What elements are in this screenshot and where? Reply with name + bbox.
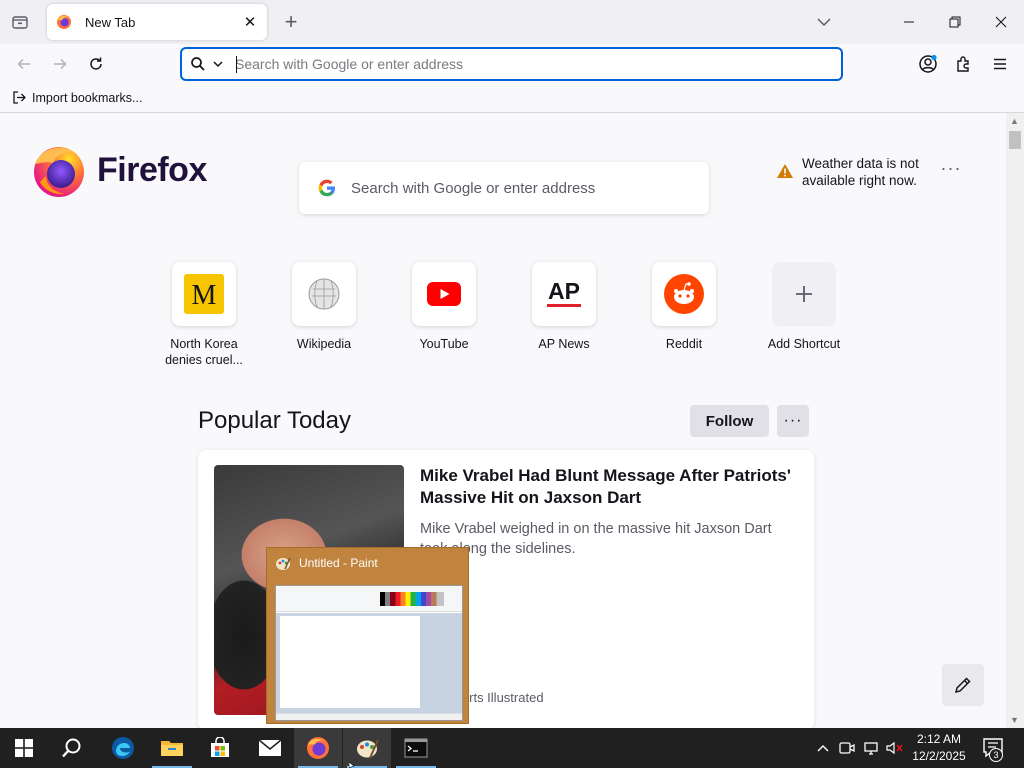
warning-icon xyxy=(777,164,793,178)
search-icon xyxy=(62,738,81,758)
newtab-search-box[interactable]: Search with Google or enter address xyxy=(299,162,709,214)
google-icon xyxy=(318,179,335,197)
import-bookmarks-label: Import bookmarks... xyxy=(32,90,143,105)
paint-preview-thumbnail xyxy=(275,585,463,721)
youtube-icon xyxy=(427,282,461,306)
minimize-button[interactable] xyxy=(886,0,932,44)
newtab-search-placeholder: Search with Google or enter address xyxy=(351,179,596,197)
restore-button[interactable] xyxy=(932,0,978,44)
firefox-icon xyxy=(57,15,71,29)
reddit-icon xyxy=(664,274,704,314)
shortcut-ap-news[interactable]: AP AP News xyxy=(524,262,604,352)
network-icon[interactable] xyxy=(860,728,882,768)
scroll-up-icon[interactable]: ▲ xyxy=(1010,116,1019,126)
taskbar-search-button[interactable] xyxy=(48,728,96,768)
start-icon xyxy=(15,739,33,757)
top-sites: M North Korea denies cruel... Wikipedia … xyxy=(164,262,844,372)
paint-window-preview[interactable]: Untitled - Paint xyxy=(266,547,469,724)
app-menu-icon[interactable] xyxy=(986,50,1014,78)
extensions-icon[interactable] xyxy=(950,50,978,78)
show-hidden-icons-icon[interactable] xyxy=(812,728,834,768)
new-tab-page: Firefox Search with Google or enter addr… xyxy=(0,113,1006,728)
section-title: Popular Today xyxy=(198,407,351,434)
taskbar-firefox[interactable] xyxy=(294,728,342,768)
taskbar-edge[interactable] xyxy=(99,728,147,768)
plus-icon xyxy=(796,286,812,302)
customize-button[interactable] xyxy=(942,664,984,706)
section-menu-button[interactable]: ··· xyxy=(777,405,809,437)
paint-canvas xyxy=(280,616,420,708)
story-headline[interactable]: Mike Vrabel Had Blunt Message After Patr… xyxy=(420,465,800,509)
forward-icon[interactable] xyxy=(46,50,74,78)
taskbar-store[interactable] xyxy=(196,728,244,768)
wikipedia-icon xyxy=(308,278,340,310)
list-all-tabs-icon[interactable] xyxy=(812,10,836,34)
import-icon xyxy=(13,91,26,104)
shortcut-wikipedia[interactable]: Wikipedia xyxy=(284,262,364,352)
mcclatchy-m-icon: M xyxy=(184,274,224,314)
weather-message: Weather data is not available right now. xyxy=(802,156,919,188)
firefox-wordmark: Firefox xyxy=(97,151,207,189)
terminal-icon xyxy=(404,738,428,758)
store-icon xyxy=(211,737,229,757)
firefox-view-icon[interactable] xyxy=(6,8,34,36)
scroll-thumb[interactable] xyxy=(1009,131,1021,149)
story-description: Mike Vrabel weighed in on the massive hi… xyxy=(420,521,772,557)
scroll-down-icon[interactable]: ▼ xyxy=(1010,715,1019,725)
new-tab-button[interactable]: + xyxy=(278,8,304,36)
pencil-icon xyxy=(954,677,971,694)
search-icon xyxy=(191,57,205,71)
url-input[interactable] xyxy=(235,52,841,76)
chevron-down-icon xyxy=(213,61,223,68)
clock-date: 12/2/2025 xyxy=(912,749,966,763)
shortcut-youtube[interactable]: YouTube xyxy=(404,262,484,352)
reload-icon[interactable] xyxy=(82,50,110,78)
notification-count-badge: 3 xyxy=(989,748,1003,762)
import-bookmarks-button[interactable]: Import bookmarks... xyxy=(12,90,142,105)
shortcut-add[interactable]: Add Shortcut xyxy=(764,262,844,352)
firefox-icon xyxy=(307,737,329,759)
weather-widget: Weather data is not available right now. xyxy=(776,155,922,189)
taskbar: 2:12 AM 12/2/2025 3 xyxy=(0,728,1024,768)
shortcut-north-korea[interactable]: M North Korea denies cruel... xyxy=(164,262,244,368)
mail-icon xyxy=(258,739,282,756)
meet-now-icon[interactable] xyxy=(836,728,858,768)
search-engine-button[interactable] xyxy=(190,52,232,76)
taskbar-mail[interactable] xyxy=(246,728,294,768)
tab-title: New Tab xyxy=(85,14,136,30)
file-explorer-icon xyxy=(161,741,183,756)
weather-menu-button[interactable]: ··· xyxy=(938,159,964,181)
navigation-toolbar xyxy=(0,44,1024,84)
system-clock[interactable]: 2:12 AM 12/2/2025 xyxy=(906,731,972,765)
paint-icon xyxy=(357,739,379,759)
shortcut-reddit[interactable]: Reddit xyxy=(644,262,724,352)
clock-time: 2:12 AM xyxy=(916,732,962,746)
follow-button[interactable]: Follow xyxy=(690,405,769,437)
address-bar[interactable] xyxy=(180,47,843,81)
firefox-logo xyxy=(34,147,84,197)
taskbar-terminal[interactable] xyxy=(392,728,440,768)
paint-preview-title: Untitled - Paint xyxy=(299,556,378,570)
edge-icon xyxy=(112,737,134,759)
color-palette xyxy=(380,592,444,606)
page-scrollbar[interactable]: ▲ ▼ xyxy=(1006,113,1024,728)
mouse-cursor-icon xyxy=(349,762,355,768)
taskbar-file-explorer[interactable] xyxy=(148,728,196,768)
volume-muted-icon[interactable] xyxy=(884,728,906,768)
close-window-button[interactable] xyxy=(978,0,1024,44)
tab-bar: New Tab ✕ + xyxy=(0,0,1024,44)
close-tab-icon[interactable]: ✕ xyxy=(239,11,261,33)
tab-new-tab[interactable]: New Tab ✕ xyxy=(47,4,267,40)
ap-news-icon: AP xyxy=(547,278,581,307)
svg-text:AP: AP xyxy=(548,278,580,304)
text-caret xyxy=(236,56,237,73)
account-icon[interactable] xyxy=(914,50,942,78)
svg-text:M: M xyxy=(192,280,217,311)
bookmarks-toolbar: Import bookmarks... xyxy=(0,84,1024,113)
start-button[interactable] xyxy=(0,728,48,768)
back-icon[interactable] xyxy=(10,50,38,78)
paint-icon xyxy=(276,557,291,570)
